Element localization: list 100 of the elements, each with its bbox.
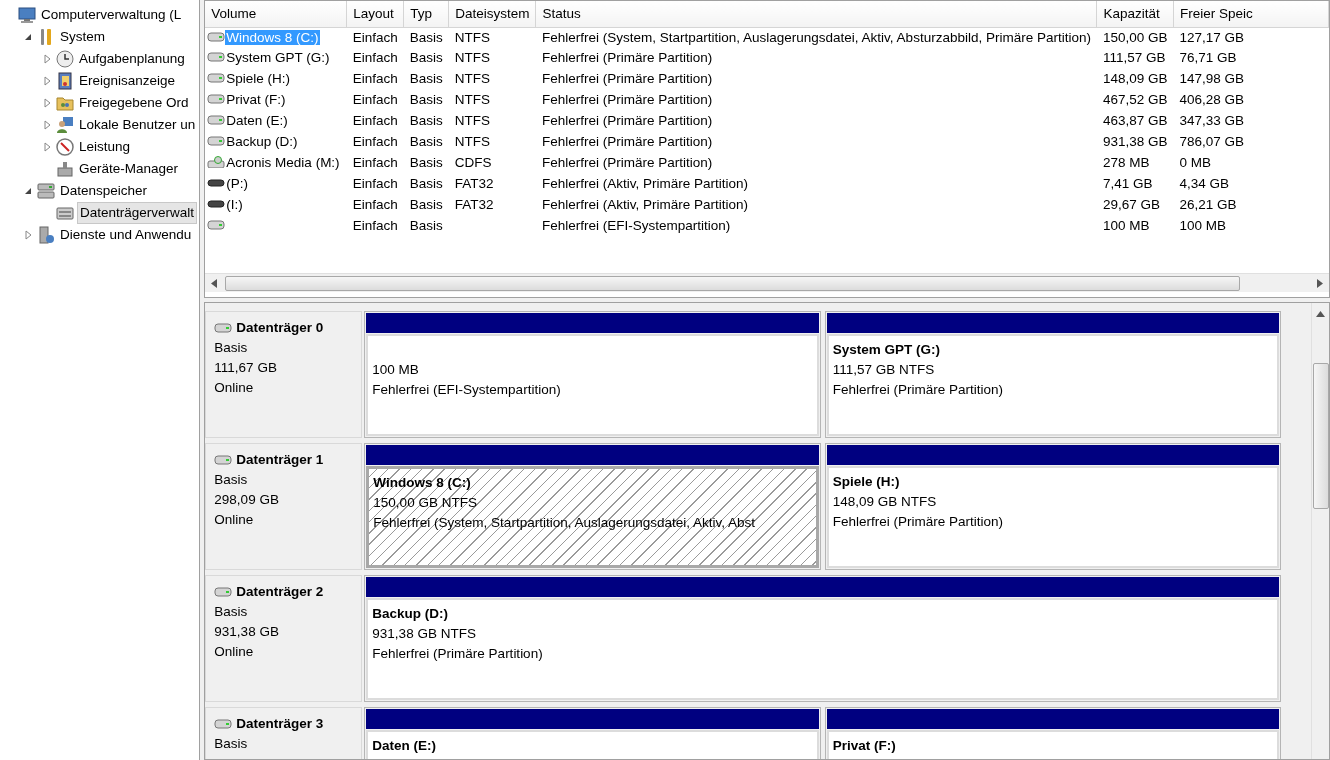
table-cell-text: Fehlerfrei (Primäre Partition) [540,70,714,89]
scroll-left-icon[interactable] [211,279,218,288]
tree-item[interactable]: System [58,27,107,47]
table-cell: 127,17 GB [1173,27,1329,48]
disk-name: Datenträger 2 [236,583,324,601]
volume-name[interactable]: Privat (F:) [225,92,287,108]
disk-info: Online [214,379,255,397]
partition-title: Privat (F:) [832,737,897,755]
disk-name: Datenträger 1 [236,451,324,469]
expand-arrow-icon[interactable] [23,230,33,240]
volume-name[interactable]: Daten (E:) [225,113,289,129]
column-header[interactable]: Layout [346,1,404,27]
scroll-up-icon[interactable] [1316,311,1325,317]
partition[interactable]: 100 MB Fehlerfrei (EFI-Systempartition) [364,311,821,438]
table-cell-text: 29,67 GB [1101,196,1161,215]
partition[interactable]: Windows 8 (C:) 150,00 GB NTFS Fehlerfrei (System, Startpartition, Auslagerungsdatei, Aktiv, Abst [364,443,821,570]
table-cell-text: NTFS [453,70,491,89]
table-cell-text: 463,87 GB [1101,112,1169,131]
partition-info: Fehlerfrei (EFI-Systempartition) [372,381,562,399]
volume-name[interactable]: System GPT (G:) [225,50,331,66]
tree-item[interactable]: Dienste und Anwendu [58,225,194,245]
partition-title: Windows 8 (C:) [373,474,472,492]
scroll-right-icon[interactable] [1317,279,1323,288]
horizontal-scrollbar[interactable] [205,273,1329,292]
table-cell-text: Fehlerfrei (Primäre Partition) [540,112,714,131]
drive-icon [207,114,226,127]
tree-item[interactable]: Lokale Benutzer un [77,115,198,135]
expand-arrow-icon[interactable] [42,98,52,108]
column-header[interactable]: Typ [403,1,449,27]
partition-info: 931,38 GB NTFS [372,625,477,643]
partition-info: Fehlerfrei (Primäre Partition) [832,513,1004,531]
table-cell-text: Basis [408,91,444,110]
table-cell-text: 7,41 GB [1101,175,1154,194]
device-manager-icon [56,160,74,178]
cd-drive-icon [207,156,226,169]
table-cell-text: 111,57 GB [1101,49,1167,68]
table-cell-text: Fehlerfrei (Aktiv, Primäre Partition) [540,196,749,215]
tree-item[interactable]: Ereignisanzeige [77,71,178,91]
drive-icon [214,322,233,334]
table-cell-text: Einfach [351,70,399,89]
collapse-arrow-icon[interactable] [23,32,33,42]
partition-info: Fehlerfrei (System, Startpartition, Auslagerungsdatei, Aktiv, Abst [373,514,757,532]
table-cell: Einfach [346,27,404,48]
column-header[interactable]: Status [535,1,1097,27]
table-cell: NTFS [448,27,536,48]
volume-name[interactable]: (I:) [225,197,244,213]
table-cell-text: 76,71 GB [1178,49,1238,68]
tree-item[interactable]: Datenträgerverwalt [77,202,198,224]
column-header[interactable]: Volume [205,1,347,27]
disk-info: Basis [214,735,249,753]
scroll-thumb[interactable] [225,276,1241,291]
partition[interactable]: Privat (F:) [824,707,1281,759]
table-cell-text: Fehlerfrei (Primäre Partition) [540,49,714,68]
collapse-arrow-icon[interactable] [23,186,33,196]
partition[interactable]: Daten (E:) [364,707,821,759]
vertical-scrollbar[interactable] [1311,303,1329,759]
disk-name: Datenträger 0 [236,319,324,337]
expand-arrow-icon[interactable] [42,142,52,152]
disk-info: Basis [214,603,249,621]
table-cell-text: Fehlerfrei (Primäre Partition) [540,91,714,110]
disk-drive-icon [56,204,74,222]
disk-info: 931,38 GB [214,623,280,641]
table-cell-text: Einfach [351,133,399,152]
clock-icon [56,50,74,68]
tree-item[interactable]: Leistung [77,137,133,157]
tree-item[interactable]: Geräte-Manager [77,159,181,179]
drive-icon [214,454,233,466]
volume-name[interactable]: Acronis Media (M:) [225,155,341,171]
disk-name: Datenträger 3 [236,715,324,733]
column-header[interactable]: Dateisystem [448,1,536,27]
volume-name[interactable]: Backup (D:) [225,134,299,150]
volume-name[interactable]: Spiele (H:) [225,71,292,87]
table-cell-text: 278 MB [1101,154,1151,173]
expand-arrow-icon[interactable] [42,120,52,130]
tree-item[interactable]: Aufgabenplanung [77,49,187,69]
partition[interactable]: System GPT (G:) 111,57 GB NTFS Fehlerfrei (Primäre Partition) [824,311,1281,438]
partition[interactable]: Spiele (H:) 148,09 GB NTFS Fehlerfrei (Primäre Partition) [824,443,1281,570]
partition-info: Fehlerfrei (Primäre Partition) [832,381,1004,399]
table-cell-text: 347,33 GB [1178,112,1246,131]
drive-icon [207,135,226,148]
expand-arrow-icon[interactable] [42,54,52,64]
scroll-thumb[interactable] [1313,363,1329,509]
table-cell-text: Basis [408,70,444,89]
tree-item[interactable]: Computerverwaltung (L [39,5,184,25]
table-cell-text: Basis [408,196,444,215]
table-cell-text: Einfach [351,175,399,194]
column-header[interactable]: Freier Speic [1173,1,1329,27]
tree-item[interactable]: Datenspeicher [58,181,150,201]
expand-arrow-icon[interactable] [42,76,52,86]
drive-icon [214,718,233,730]
table-cell-text: Basis [408,217,444,236]
table-cell-text: 931,38 GB [1101,133,1169,152]
partition[interactable]: Backup (D:) 931,38 GB NTFS Fehlerfrei (Primäre Partition) [364,575,1281,702]
column-header[interactable]: Kapazität [1096,1,1174,27]
partition-info: 148,09 GB NTFS [832,493,938,511]
disk-info: Basis [214,471,249,489]
table-cell-text: 100 MB [1101,217,1151,236]
volume-name[interactable]: (P:) [225,176,250,192]
table-cell: Basis [403,27,449,48]
tree-item[interactable]: Freigegebene Ord [77,93,191,113]
